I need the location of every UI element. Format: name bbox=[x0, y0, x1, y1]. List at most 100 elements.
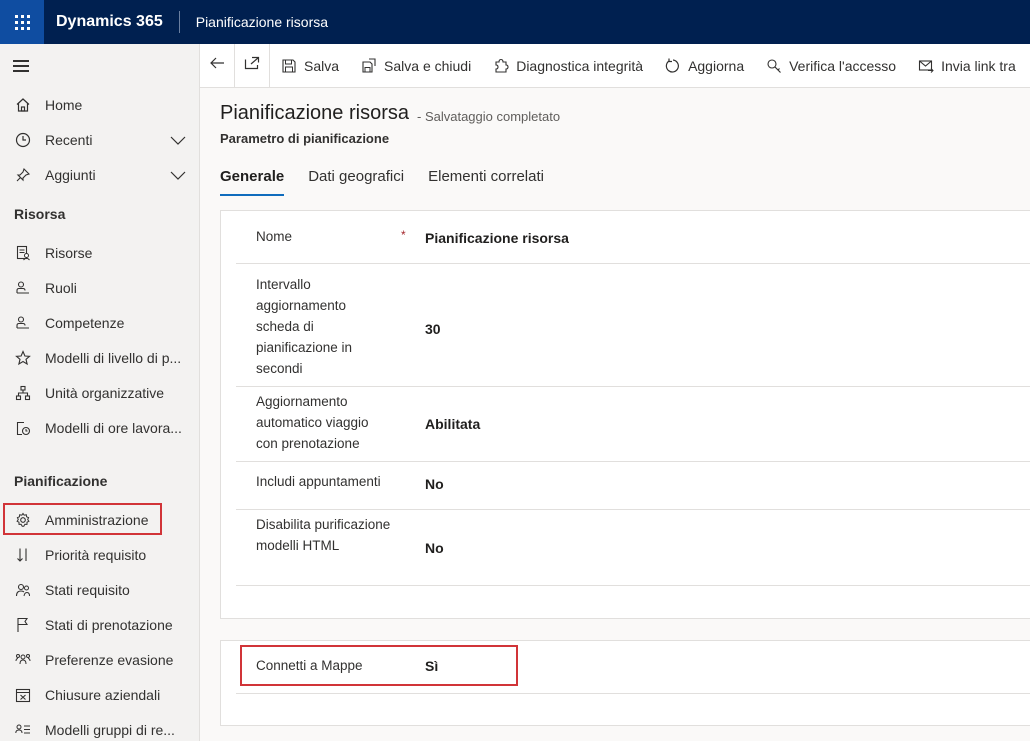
sidebar-item-label: Competenze bbox=[45, 315, 125, 331]
field-value-intervallo[interactable]: 30 bbox=[425, 321, 441, 337]
tab-dati-geografici[interactable]: Dati geografici bbox=[308, 168, 404, 194]
sidebar-item-label: Priorità requisito bbox=[45, 547, 147, 563]
field-value-disabilita-purificazione[interactable]: No bbox=[425, 540, 444, 556]
hamburger-icon[interactable] bbox=[13, 60, 31, 72]
sidebar-item-recenti[interactable]: Recenti bbox=[0, 123, 200, 157]
sidebar-item-label: Ruoli bbox=[45, 280, 77, 296]
sidebar-item-label: Modelli gruppi di re... bbox=[45, 722, 175, 738]
save-close-label: Salva e chiudi bbox=[384, 57, 472, 74]
sidebar-item-label: Unità organizzative bbox=[45, 385, 165, 401]
field-label: Nome bbox=[256, 229, 293, 244]
sidebar-item-priorita-requisito[interactable]: Priorità requisito bbox=[0, 538, 200, 572]
general-section: Nome * Pianificazione risorsa Intervallo… bbox=[220, 210, 1030, 619]
sidebar-item-stati-requisito[interactable]: Stati requisito bbox=[0, 573, 200, 607]
sidebar-item-risorse[interactable]: Risorse bbox=[0, 236, 200, 270]
sidebar-item-ruoli[interactable]: Ruoli bbox=[0, 271, 200, 305]
tab-generale[interactable]: Generale bbox=[220, 168, 285, 196]
field-disabilita-purificazione: Disabilita purificazione modelli HTML No bbox=[236, 510, 1030, 586]
org-icon bbox=[13, 385, 33, 401]
send-link-label: Invia link tra bbox=[941, 57, 1016, 74]
form-tabs: Generale Dati geografici Elementi correl… bbox=[220, 168, 568, 196]
list-person-icon bbox=[13, 722, 33, 738]
top-bar: Dynamics 365 Pianificazione risorsa bbox=[0, 0, 1030, 44]
person-icon bbox=[13, 280, 33, 296]
sidebar-item-modelli-livello[interactable]: Modelli di livello di p... bbox=[0, 341, 200, 375]
save-button[interactable]: Salva bbox=[270, 44, 350, 88]
sidebar-item-competenze[interactable]: Competenze bbox=[0, 306, 200, 340]
popout-icon bbox=[244, 56, 260, 75]
required-marker: * bbox=[401, 228, 406, 242]
chevron-down-icon[interactable] bbox=[170, 168, 186, 184]
diagnostics-button[interactable]: Diagnostica integrità bbox=[482, 44, 654, 88]
calendar-clock-icon bbox=[13, 420, 33, 436]
field-includi-appuntamenti: Includi appuntamenti No bbox=[236, 462, 1030, 510]
save-label: Salva bbox=[304, 57, 340, 74]
chevron-down-icon[interactable] bbox=[170, 133, 186, 149]
sidebar-item-label: Aggiunti bbox=[45, 167, 96, 183]
save-close-button[interactable]: Salva e chiudi bbox=[350, 44, 482, 88]
sidebar-item-label: Preferenze evasione bbox=[45, 652, 174, 668]
sidebar-item-unita-organizzative[interactable]: Unità organizzative bbox=[0, 376, 200, 410]
back-button[interactable] bbox=[200, 44, 234, 88]
sidebar-item-chiusure-aziendali[interactable]: Chiusure aziendali bbox=[0, 678, 200, 712]
refresh-button[interactable]: Aggiorna bbox=[654, 44, 755, 88]
sidebar-item-label: Chiusure aziendali bbox=[45, 687, 161, 703]
refresh-label: Aggiorna bbox=[688, 57, 745, 74]
record-title: Pianificazione risorsa bbox=[220, 102, 409, 124]
send-link-button[interactable]: Invia link tra bbox=[907, 44, 1027, 88]
sidebar-item-label: Home bbox=[45, 97, 83, 113]
record-entity-name: Parametro di pianificazione bbox=[220, 131, 390, 146]
clock-icon bbox=[13, 132, 33, 148]
mail-link-icon bbox=[918, 58, 934, 74]
diagnostics-label: Diagnostica integrità bbox=[516, 57, 644, 74]
sidebar-item-label: Risorse bbox=[45, 245, 93, 261]
tab-elementi-correlati[interactable]: Elementi correlati bbox=[428, 168, 544, 194]
people-icon bbox=[13, 582, 33, 598]
sidebar-item-label: Stati di prenotazione bbox=[45, 617, 173, 633]
field-label: Intervallo aggiornamento scheda di piani… bbox=[256, 277, 353, 376]
sidebar-section-pianificazione: Pianificazione bbox=[14, 473, 108, 489]
check-access-button[interactable]: Verifica l'accesso bbox=[755, 44, 907, 88]
pin-icon bbox=[13, 167, 33, 183]
flag-icon bbox=[13, 617, 33, 633]
check-access-label: Verifica l'accesso bbox=[789, 57, 897, 74]
top-separator bbox=[178, 11, 180, 33]
save-close-icon bbox=[361, 57, 377, 74]
sidebar-item-preferenze-evasione[interactable]: Preferenze evasione bbox=[0, 643, 200, 677]
calendar-x-icon bbox=[13, 687, 33, 703]
field-label: Includi appuntamenti bbox=[256, 474, 381, 489]
sidebar-item-home[interactable]: Home bbox=[0, 88, 200, 122]
sidebar-item-modelli-ore[interactable]: Modelli di ore lavora... bbox=[0, 411, 200, 445]
sidebar-item-aggiunti[interactable]: Aggiunti bbox=[0, 158, 200, 192]
key-search-icon bbox=[766, 58, 782, 74]
sort-icon bbox=[13, 547, 33, 563]
sidebar-section-risorsa: Risorsa bbox=[14, 206, 66, 222]
resource-icon bbox=[13, 245, 33, 261]
home-icon bbox=[13, 97, 33, 113]
field-value-nome[interactable]: Pianificazione risorsa bbox=[425, 230, 569, 246]
sidebar-item-label: Modelli di ore lavora... bbox=[45, 420, 182, 436]
person-icon bbox=[13, 315, 33, 331]
people-group-icon bbox=[13, 652, 33, 668]
app-page-name[interactable]: Pianificazione risorsa bbox=[196, 14, 328, 30]
sidebar-item-label: Modelli di livello di p... bbox=[45, 350, 182, 366]
field-label: Aggiornamento automatico viaggio con pre… bbox=[256, 394, 369, 451]
highlight-connetti-mappe bbox=[240, 645, 518, 686]
field-aggiornamento-viaggio: Aggiornamento automatico viaggio con pre… bbox=[236, 387, 1030, 462]
sidebar-item-modelli-gruppi[interactable]: Modelli gruppi di re... bbox=[0, 713, 200, 741]
field-nome: Nome * Pianificazione risorsa bbox=[236, 211, 1030, 264]
highlight-amministrazione bbox=[3, 503, 162, 535]
popout-button[interactable] bbox=[235, 44, 269, 88]
back-icon bbox=[209, 56, 225, 75]
field-intervallo-aggiornamento: Intervallo aggiornamento scheda di piani… bbox=[236, 264, 1030, 387]
sidebar-item-stati-prenotazione[interactable]: Stati di prenotazione bbox=[0, 608, 200, 642]
field-value-includi-appuntamenti[interactable]: No bbox=[425, 476, 444, 492]
star-icon bbox=[13, 350, 33, 366]
field-value-aggiornamento-viaggio[interactable]: Abilitata bbox=[425, 416, 480, 432]
waffle-icon bbox=[14, 14, 30, 30]
command-bar: Salva Salva e chiudi Diagnostica integri… bbox=[200, 43, 1030, 88]
app-launcher-button[interactable] bbox=[0, 0, 44, 44]
field-label: Disabilita purificazione modelli HTML bbox=[256, 517, 391, 553]
sidebar-item-label: Stati requisito bbox=[45, 582, 130, 598]
app-name[interactable]: Dynamics 365 bbox=[56, 13, 163, 31]
